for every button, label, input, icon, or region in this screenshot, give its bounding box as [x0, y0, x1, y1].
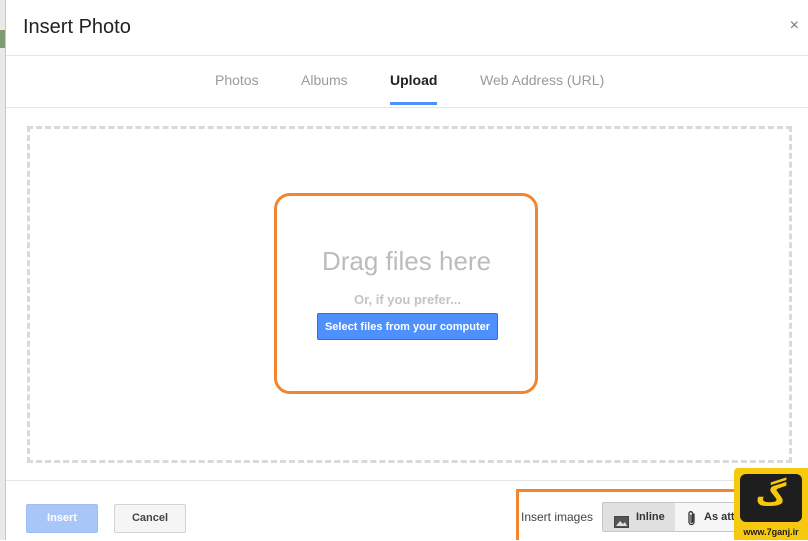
highlight-box-dropzone: [274, 193, 538, 394]
watermark-glyph: گ: [740, 474, 802, 522]
watermark-url: www.7ganj.ir: [743, 527, 799, 537]
cancel-button[interactable]: Cancel: [114, 504, 186, 533]
insert-button[interactable]: Insert: [26, 504, 98, 533]
tab-upload[interactable]: Upload: [390, 72, 437, 88]
insert-photo-dialog: Insert Photo × Photos Albums Upload Web …: [5, 0, 808, 540]
dialog-title: Insert Photo: [23, 16, 131, 38]
tab-web-address[interactable]: Web Address (URL): [480, 72, 604, 88]
tab-bar: Photos Albums Upload Web Address (URL): [6, 55, 808, 108]
close-icon[interactable]: ×: [790, 18, 799, 34]
active-tab-indicator: [390, 102, 437, 105]
watermark-logo: گ www.7ganj.ir: [734, 468, 808, 540]
tab-photos[interactable]: Photos: [215, 72, 259, 88]
tab-albums[interactable]: Albums: [301, 72, 348, 88]
